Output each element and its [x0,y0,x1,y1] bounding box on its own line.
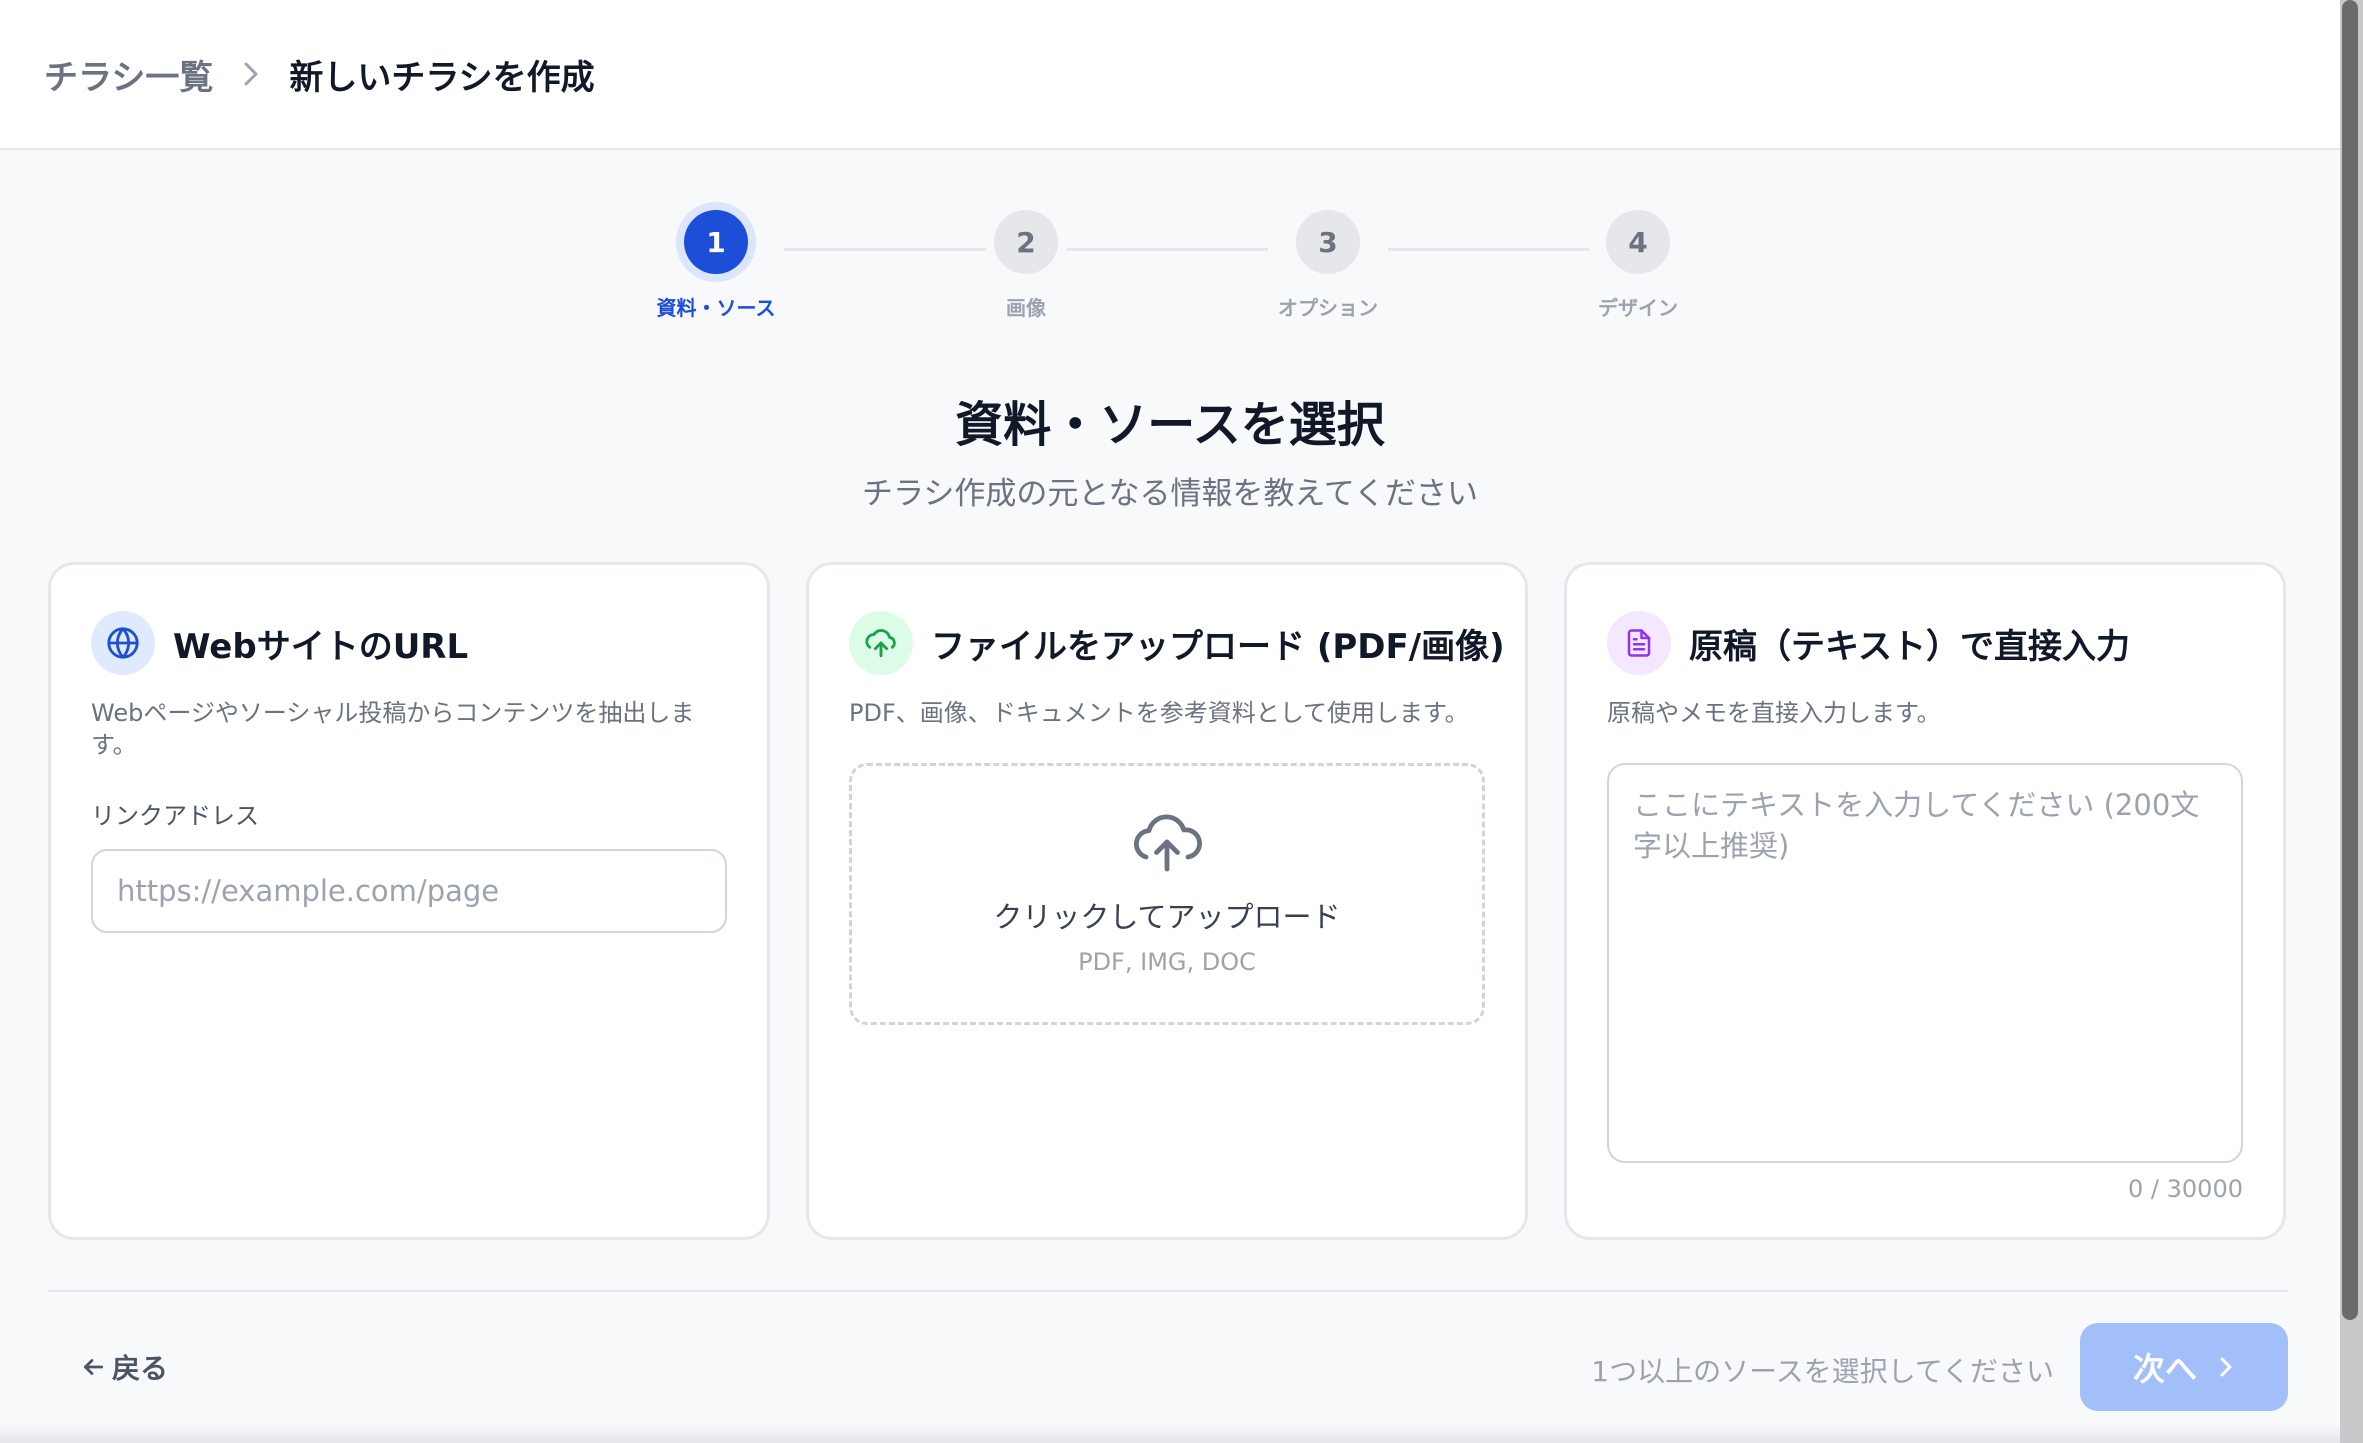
file-upload-card[interactable]: ファイルをアップロード (PDF/画像) PDF、画像、ドキュメントを参考資料と… [806,562,1528,1240]
page-title: 新しいチラシを作成 [289,57,595,98]
breadcrumb: チラシ一覧 新しいチラシを作成 [0,0,2340,150]
card-title: WebサイトのURL [173,626,469,667]
step-label: 資料・ソース [656,296,776,320]
card-header: 原稿（テキスト）で直接入力 [1607,611,2243,675]
globe-icon [91,611,155,675]
direct-text-card[interactable]: 原稿（テキスト）で直接入力 原稿やメモを直接入力します。 0 / 30000 [1564,562,2286,1240]
step-label: オプション [1278,296,1378,320]
character-counter: 0 / 30000 [2128,1175,2243,1204]
card-header: WebサイトのURL [91,611,727,675]
card-title: 原稿（テキスト）で直接入力 [1689,626,2130,667]
card-description: 原稿やメモを直接入力します。 [1607,699,1941,727]
card-title: ファイルをアップロード (PDF/画像) [931,626,1505,667]
link-address-label: リンクアドレス [91,801,259,830]
selection-hint: 1つ以上のソースを選択してください [1591,1355,2054,1388]
step-design[interactable]: 4 デザイン [1528,210,1748,321]
step-images[interactable]: 2 画像 [916,210,1136,321]
next-label: 次へ [2132,1350,2197,1388]
upload-icon [1131,812,1203,876]
dropzone-label: クリックしてアップロード [993,900,1341,935]
step-number: 3 [1296,210,1360,274]
step-sources[interactable]: 1 資料・ソース [606,210,826,321]
cloud-upload-icon [849,611,913,675]
card-description: Webページやソーシャル投稿からコンテンツを抽出します。 [91,699,695,760]
chevron-right-icon [241,61,261,87]
step-number: 1 [684,210,748,274]
chevron-right-icon [2217,1354,2235,1380]
app-window: チラシ一覧 新しいチラシを作成 1 資料・ソース 2 画像 3 オプション 4 … [0,0,2340,1443]
manuscript-textarea[interactable] [1607,763,2243,1164]
dropzone-formats: PDF, IMG, DOC [1078,948,1256,977]
scrollbar-thumb[interactable] [2342,0,2358,1320]
window-bottom-edge [0,1425,2340,1443]
file-dropzone[interactable]: クリックしてアップロード PDF, IMG, DOC [849,763,1485,1026]
step-number: 4 [1606,210,1670,274]
back-label: 戻る [112,1352,169,1385]
section-title: 資料・ソースを選択 [955,397,1385,453]
section-subtitle: チラシ作成の元となる情報を教えてください [862,476,1478,512]
step-options[interactable]: 3 オプション [1218,210,1438,321]
step-label: デザイン [1598,296,1678,320]
next-button[interactable]: 次へ [2080,1323,2288,1411]
document-icon [1607,611,1671,675]
card-header: ファイルをアップロード (PDF/画像) [849,611,1505,675]
footer-divider [48,1290,2288,1292]
url-input[interactable] [91,848,727,933]
arrow-left-icon [80,1354,106,1380]
website-url-card[interactable]: WebサイトのURL Webページやソーシャル投稿からコンテンツを抽出します。 … [48,562,770,1240]
step-number: 2 [994,210,1058,274]
breadcrumb-flyer-list-link[interactable]: チラシ一覧 [44,50,213,99]
step-label: 画像 [1006,296,1046,320]
card-description: PDF、画像、ドキュメントを参考資料として使用します。 [849,699,1469,727]
back-button[interactable]: 戻る [80,1347,168,1387]
